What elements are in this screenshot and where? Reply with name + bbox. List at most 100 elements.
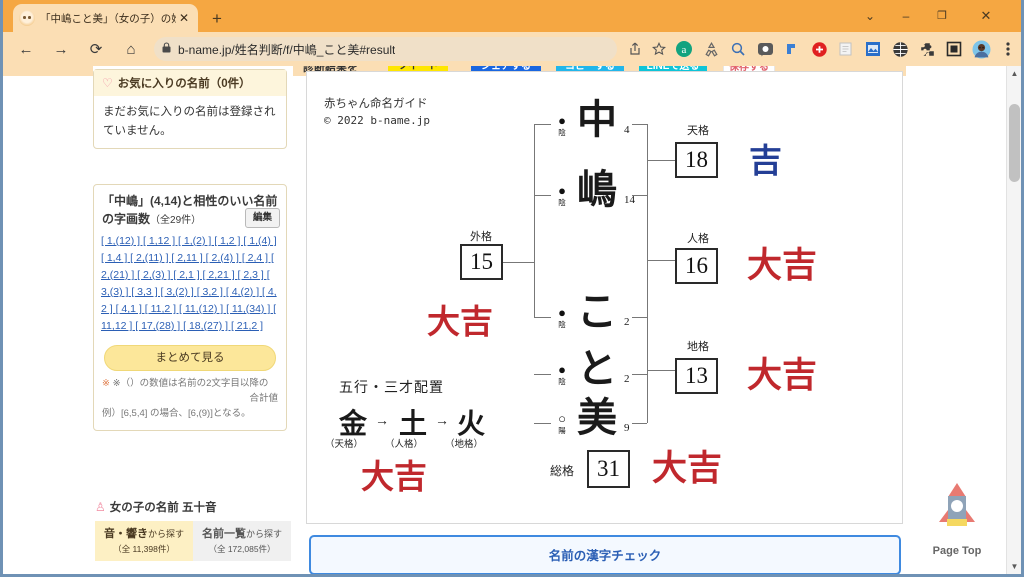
recycle-icon[interactable] — [698, 36, 724, 62]
tab-name-list-search[interactable]: 名前一覧から探す （全 172,085件） — [193, 521, 291, 561]
bracket-line — [534, 317, 551, 318]
scroll-down-icon[interactable]: ▼ — [1007, 559, 1022, 574]
new-tab-button[interactable]: + — [206, 8, 228, 30]
tab-list-button[interactable]: ⌄ — [853, 4, 887, 28]
scrollbar-thumb[interactable] — [1009, 104, 1020, 182]
stroke-count-1: 4 — [624, 124, 630, 136]
profile-avatar[interactable] — [968, 36, 994, 62]
tab-close-icon[interactable]: ✕ — [176, 11, 192, 25]
tab-name-list-label: 名前一覧 — [202, 528, 246, 540]
stroke-note-line1: ※（）の数値は名前の2文字目以降の — [113, 378, 269, 389]
share-icon[interactable] — [623, 37, 647, 61]
polarity-ko: ● 陰 — [553, 308, 571, 330]
search-icon[interactable] — [725, 36, 751, 62]
kana-card-header: ♙ 女の子の名前 五十音 — [95, 499, 291, 515]
polarity-nakajima-naka: ● 陰 — [553, 116, 571, 138]
chikaku-verdict: 大吉 — [747, 347, 817, 398]
stroke-links-text[interactable]: [ 1,(12) ] [ 1,12 ] [ 1,(2) ] [ 1,2 ] [ … — [101, 235, 277, 332]
chikaku-value: 13 — [675, 358, 718, 394]
bracket-line — [632, 317, 647, 318]
gogyo-verdict: 大吉 — [361, 450, 427, 498]
puzzle-icon[interactable] — [914, 36, 940, 62]
polarity-nakajima-shima: ● 陰 — [553, 186, 571, 208]
tenkaku-value: 18 — [675, 142, 718, 178]
tenkaku-label: 天格 — [675, 122, 721, 138]
scroll-up-icon[interactable]: ▲ — [1007, 66, 1022, 81]
bookmark-star-icon[interactable] — [647, 37, 671, 61]
favorites-card: ♡ お気に入りの名前（0件） まだお気に入りの名前は登録されていません。 — [93, 69, 287, 149]
forward-icon[interactable]: → — [46, 34, 76, 64]
jinkaku-value: 16 — [675, 248, 718, 284]
tab-name-list-count: （全 172,085件） — [195, 543, 289, 555]
window-close-button[interactable]: ✕ — [969, 4, 1003, 28]
stroke-count-links[interactable]: [ 1,(12) ] [ 1,12 ] [ 1,(2) ] [ 1,2 ] [ … — [94, 230, 286, 339]
chat-bubble-icon[interactable] — [752, 36, 778, 62]
polarity-label: 陽 — [553, 425, 571, 436]
browser-window: 「中嶋こと美」（女の子）の姓名判 ✕ + ⌄ – ❐ ✕ ← → ⟳ ⌂ b-n… — [0, 0, 1024, 577]
stroke-count-4: 2 — [624, 373, 630, 385]
seimei-handan-diagram: 赤ちゃん命名ガイド © 2022 b-name.jp ● 陰 中 4 — [306, 71, 903, 524]
kana-tabs: 音・響きから探す （全 11,398件） 名前一覧から探す （全 172,085… — [95, 521, 291, 561]
address-bar[interactable]: b-name.jp/姓名判断/f/中嶋_こと美#result — [154, 37, 617, 61]
stroke-count-5: 9 — [624, 422, 630, 434]
bracket-line — [534, 195, 551, 196]
favorites-empty-text: まだお気に入りの名前は登録されていません。 — [94, 96, 286, 148]
tab-sound-search-label: 音・響き — [104, 528, 148, 540]
kana-card: ♙ 女の子の名前 五十音 音・響きから探す （全 11,398件） 名前一覧から… — [95, 499, 291, 574]
polarity-label: 陰 — [553, 376, 571, 387]
polarity-dot-icon: ● — [553, 186, 571, 196]
page-top-button[interactable]: Page Top — [924, 480, 990, 557]
name-char-4: と — [577, 349, 617, 389]
svg-text:a: a — [682, 44, 687, 56]
credit-line-2: © 2022 b-name.jp — [324, 113, 430, 130]
window-maximize-button[interactable]: ❐ — [925, 4, 959, 28]
polarity-dot-icon: ● — [553, 308, 571, 318]
jinkaku-label: 人格 — [675, 230, 721, 246]
home-icon[interactable]: ⌂ — [116, 34, 146, 64]
kana-title-text: 女の子の名前 五十音 — [110, 499, 217, 515]
block-icon[interactable] — [806, 36, 832, 62]
soukaku-value: 31 — [587, 450, 630, 488]
reload-icon[interactable]: ⟳ — [81, 34, 111, 64]
gaikaku-value: 15 — [460, 244, 503, 280]
main-content: 赤ちゃん命名ガイド © 2022 b-name.jp ● 陰 中 4 — [306, 71, 903, 524]
page-top-label: Page Top — [924, 545, 990, 557]
tab-favicon-icon — [19, 10, 35, 26]
summary-view-button[interactable]: まとめて見る — [104, 345, 276, 371]
kebab-menu-icon[interactable] — [995, 36, 1021, 62]
jinkaku-verdict: 大吉 — [747, 237, 817, 288]
tab-sound-search-count: （全 11,398件） — [97, 543, 191, 555]
image-icon[interactable] — [860, 36, 886, 62]
stroke-count-3: 2 — [624, 316, 630, 328]
address-bar-url: b-name.jp/姓名判断/f/中嶋_こと美#result — [178, 41, 395, 58]
gogyo-title: 五行・三才配置 — [339, 377, 444, 397]
grid-globe-icon[interactable] — [887, 36, 913, 62]
kanji-check-button[interactable]: 名前の漢字チェック — [309, 535, 901, 574]
polarity-label: 陰 — [553, 319, 571, 330]
tab-sound-search[interactable]: 音・響きから探す （全 11,398件） — [95, 521, 193, 561]
polarity-dot-icon: ● — [553, 365, 571, 375]
browser-tab[interactable]: 「中嶋こと美」（女の子）の姓名判 ✕ — [13, 4, 198, 32]
bracket-line — [534, 124, 551, 125]
page-scrollbar[interactable]: ▲ ▼ — [1006, 66, 1021, 574]
tab-sound-search-suffix: から探す — [148, 529, 184, 539]
favorites-title: お気に入りの名前（0件） — [118, 75, 251, 91]
tab-strip: 「中嶋こと美」（女の子）の姓名判 ✕ + ⌄ – ❐ ✕ — [3, 0, 1024, 32]
tenkaku-connector — [647, 160, 675, 161]
compatibility-edit-button[interactable]: 編集 — [245, 208, 280, 228]
bracket-line — [534, 423, 551, 424]
name-char-5: 美 — [577, 398, 617, 438]
polarity-dot-icon: ● — [553, 116, 571, 126]
gogyo-sub-1: （天格） — [325, 436, 363, 450]
back-icon[interactable]: ← — [11, 34, 41, 64]
window-minimize-button[interactable]: – — [889, 4, 923, 28]
amazon-icon[interactable]: a — [671, 36, 697, 62]
name-char-1: 中 — [577, 100, 617, 140]
sidebar-icon[interactable] — [941, 36, 967, 62]
pin-icon[interactable] — [779, 36, 805, 62]
stroke-note-line2: 合計値 — [102, 391, 278, 406]
polarity-dot-icon: ○ — [553, 414, 571, 424]
browser-toolbar: ← → ⟳ ⌂ b-name.jp/姓名判断/f/中嶋_こと美#result a — [3, 32, 1024, 66]
note-icon[interactable] — [833, 36, 859, 62]
surname-bracket-vertical — [534, 124, 535, 317]
